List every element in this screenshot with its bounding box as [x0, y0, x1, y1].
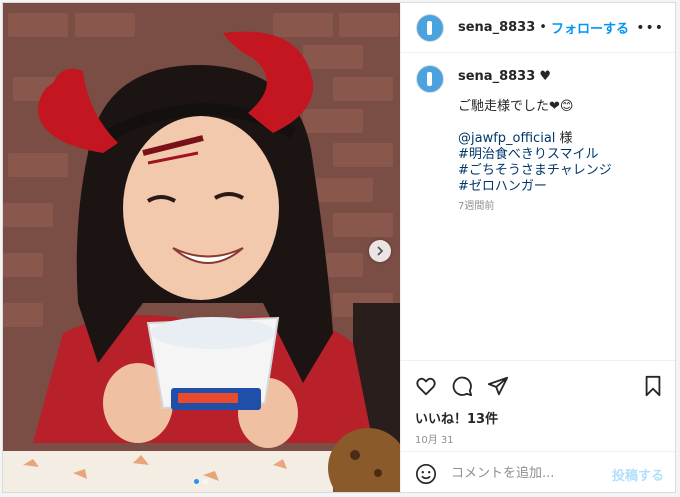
- post-date: 10月 31: [415, 435, 454, 446]
- mention-suffix: 様: [555, 131, 573, 146]
- avatar[interactable]: [416, 13, 444, 42]
- hashtag-link[interactable]: #ゼロハンガー: [458, 179, 612, 195]
- carousel-dot: [203, 479, 208, 484]
- hashtag-link[interactable]: #明治食べきりスマイル: [458, 147, 612, 163]
- chevron-right-icon: [377, 246, 384, 256]
- action-bar: いいね！13件 10月 31: [401, 360, 675, 446]
- post-comment-button[interactable]: 投稿する: [612, 465, 664, 484]
- caption: sena_8833 ♥ ご馳走様でした❤😊 @jawfp_official 様 …: [416, 65, 666, 215]
- carousel-next-button[interactable]: [369, 240, 391, 262]
- post-sidebar: sena_8833 • フォローする ••• sena_8833 ♥ ご馳走様で…: [400, 3, 675, 492]
- share-button[interactable]: [487, 375, 509, 397]
- like-button[interactable]: [415, 375, 437, 397]
- hashtag-link[interactable]: #ごちそうさまチャレンジ: [458, 163, 612, 179]
- header-username[interactable]: sena_8833: [458, 20, 535, 35]
- caption-text: sena_8833 ♥ ご馳走様でした❤😊 @jawfp_official 様 …: [458, 65, 612, 215]
- emoji-icon[interactable]: [415, 463, 437, 485]
- comment-input[interactable]: [449, 465, 613, 482]
- post-image[interactable]: [3, 3, 400, 492]
- caption-time: 7週間前: [458, 201, 495, 212]
- carousel-indicator: [194, 479, 208, 484]
- caption-username[interactable]: sena_8833: [458, 69, 535, 84]
- mention-link[interactable]: @jawfp_official: [458, 131, 555, 146]
- save-button[interactable]: [642, 375, 664, 397]
- likes-count[interactable]: いいね！13件: [415, 408, 498, 427]
- post-header: sena_8833 • フォローする •••: [401, 3, 675, 53]
- comment-box: 投稿する: [401, 451, 675, 492]
- header-separator: •: [539, 20, 547, 35]
- follow-button[interactable]: フォローする: [551, 18, 629, 37]
- more-options-icon[interactable]: •••: [636, 20, 664, 36]
- share-icon: [487, 376, 509, 396]
- carousel-dot-active: [194, 479, 199, 484]
- comment-button[interactable]: [451, 375, 473, 397]
- post-frame: sena_8833 • フォローする ••• sena_8833 ♥ ご馳走様で…: [2, 2, 676, 493]
- bookmark-icon: [645, 375, 661, 397]
- comment-icon: [452, 376, 473, 397]
- heart-icon: [416, 377, 436, 396]
- caption-line: ご馳走様でした❤😊: [458, 99, 574, 114]
- post-photo-illustration: [3, 3, 400, 492]
- caption-avatar[interactable]: [416, 65, 444, 93]
- caption-heart: ♥: [539, 69, 552, 84]
